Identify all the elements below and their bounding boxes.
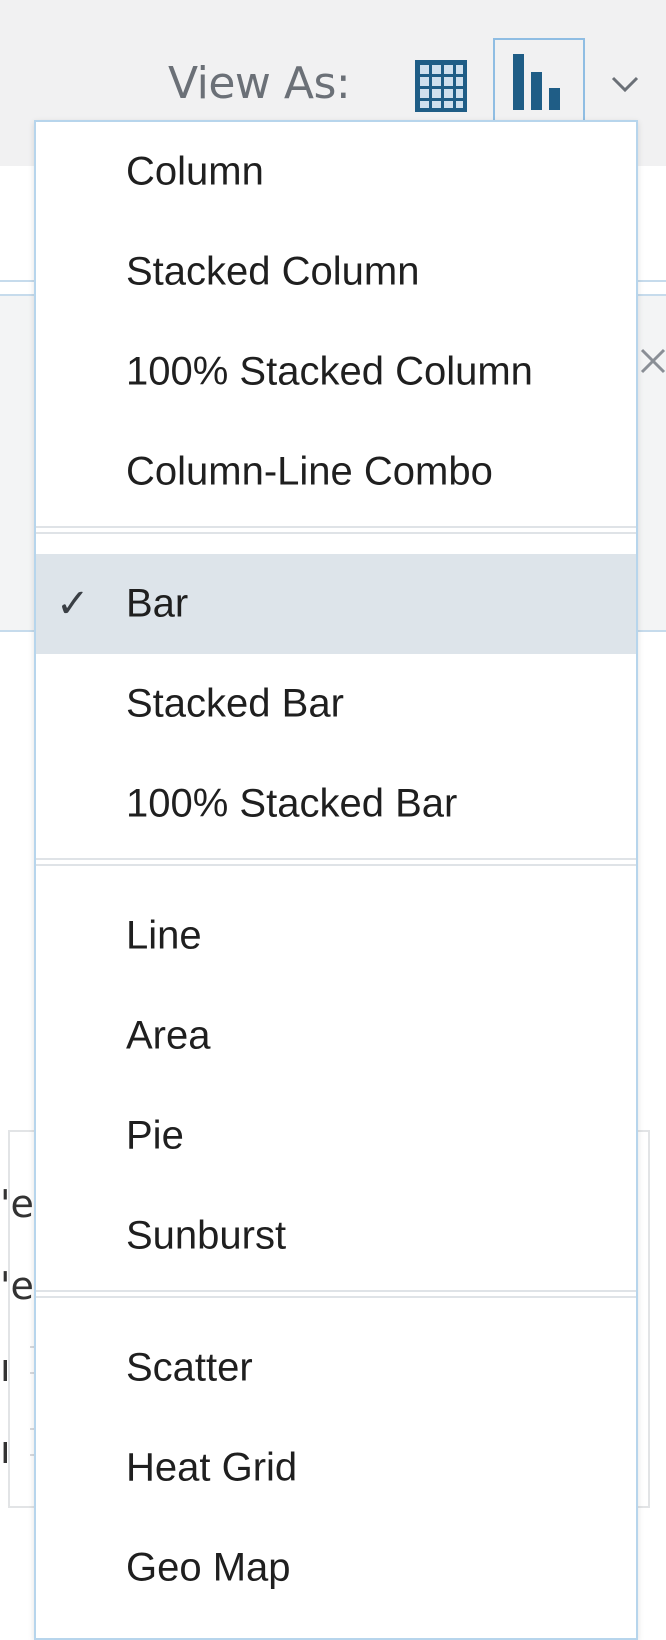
grid-view-button[interactable]	[412, 56, 470, 116]
chevron-down-icon	[611, 76, 639, 93]
menu-item-label: 100% Stacked Bar	[126, 781, 458, 826]
menu-item-geo-map[interactable]: Geo Map	[36, 1518, 636, 1618]
menu-item-heat-grid[interactable]: Heat Grid	[36, 1418, 636, 1518]
menu-item-sunburst[interactable]: Sunburst	[36, 1186, 636, 1286]
background-text-fragment: ı	[0, 1346, 11, 1390]
menu-item-label: Sunburst	[126, 1213, 287, 1258]
menu-separator	[36, 526, 636, 534]
menu-item-label: Scatter	[126, 1345, 253, 1390]
menu-item-label: Stacked Bar	[126, 681, 344, 726]
menu-item-label: Stacked Column	[126, 249, 420, 294]
menu-item-label: Column-Line Combo	[126, 449, 493, 494]
menu-item-stacked-column[interactable]: Stacked Column	[36, 222, 636, 322]
view-as-label: View As:	[168, 58, 351, 109]
background-text-fragment: 'e	[0, 1182, 34, 1226]
chart-type-dropdown-toggle[interactable]	[601, 60, 649, 108]
menu-item-label: Line	[126, 913, 202, 958]
chart-type-menu: Column Stacked Column 100% Stacked Colum…	[34, 120, 638, 1640]
menu-item-label: Geo Map	[126, 1545, 291, 1590]
chart-view-button[interactable]	[493, 38, 585, 122]
menu-item-column-line-combo[interactable]: Column-Line Combo	[36, 422, 636, 522]
background-text-fragment: 'e	[0, 1264, 34, 1308]
menu-item-scatter[interactable]: Scatter	[36, 1318, 636, 1418]
close-icon[interactable]	[636, 344, 666, 378]
menu-item-label: 100% Stacked Column	[126, 349, 533, 394]
menu-item-column[interactable]: Column	[36, 122, 636, 222]
menu-separator	[36, 1290, 636, 1298]
menu-item-100-stacked-column[interactable]: 100% Stacked Column	[36, 322, 636, 422]
menu-item-line[interactable]: Line	[36, 886, 636, 986]
menu-item-bar[interactable]: ✓ Bar	[36, 554, 636, 654]
menu-separator	[36, 858, 636, 866]
checkmark-icon: ✓	[56, 582, 90, 626]
menu-item-stacked-bar[interactable]: Stacked Bar	[36, 654, 636, 754]
menu-item-label: Heat Grid	[126, 1445, 298, 1490]
background-text-fragment: ı	[0, 1428, 11, 1472]
table-grid-icon	[415, 60, 467, 112]
menu-item-label: Column	[126, 149, 264, 194]
menu-item-label: Bar	[126, 581, 189, 626]
menu-item-area[interactable]: Area	[36, 986, 636, 1086]
menu-item-label: Pie	[126, 1113, 184, 1158]
bar-chart-icon	[513, 54, 560, 110]
menu-item-pie[interactable]: Pie	[36, 1086, 636, 1186]
menu-item-100-stacked-bar[interactable]: 100% Stacked Bar	[36, 754, 636, 854]
menu-item-label: Area	[126, 1013, 211, 1058]
